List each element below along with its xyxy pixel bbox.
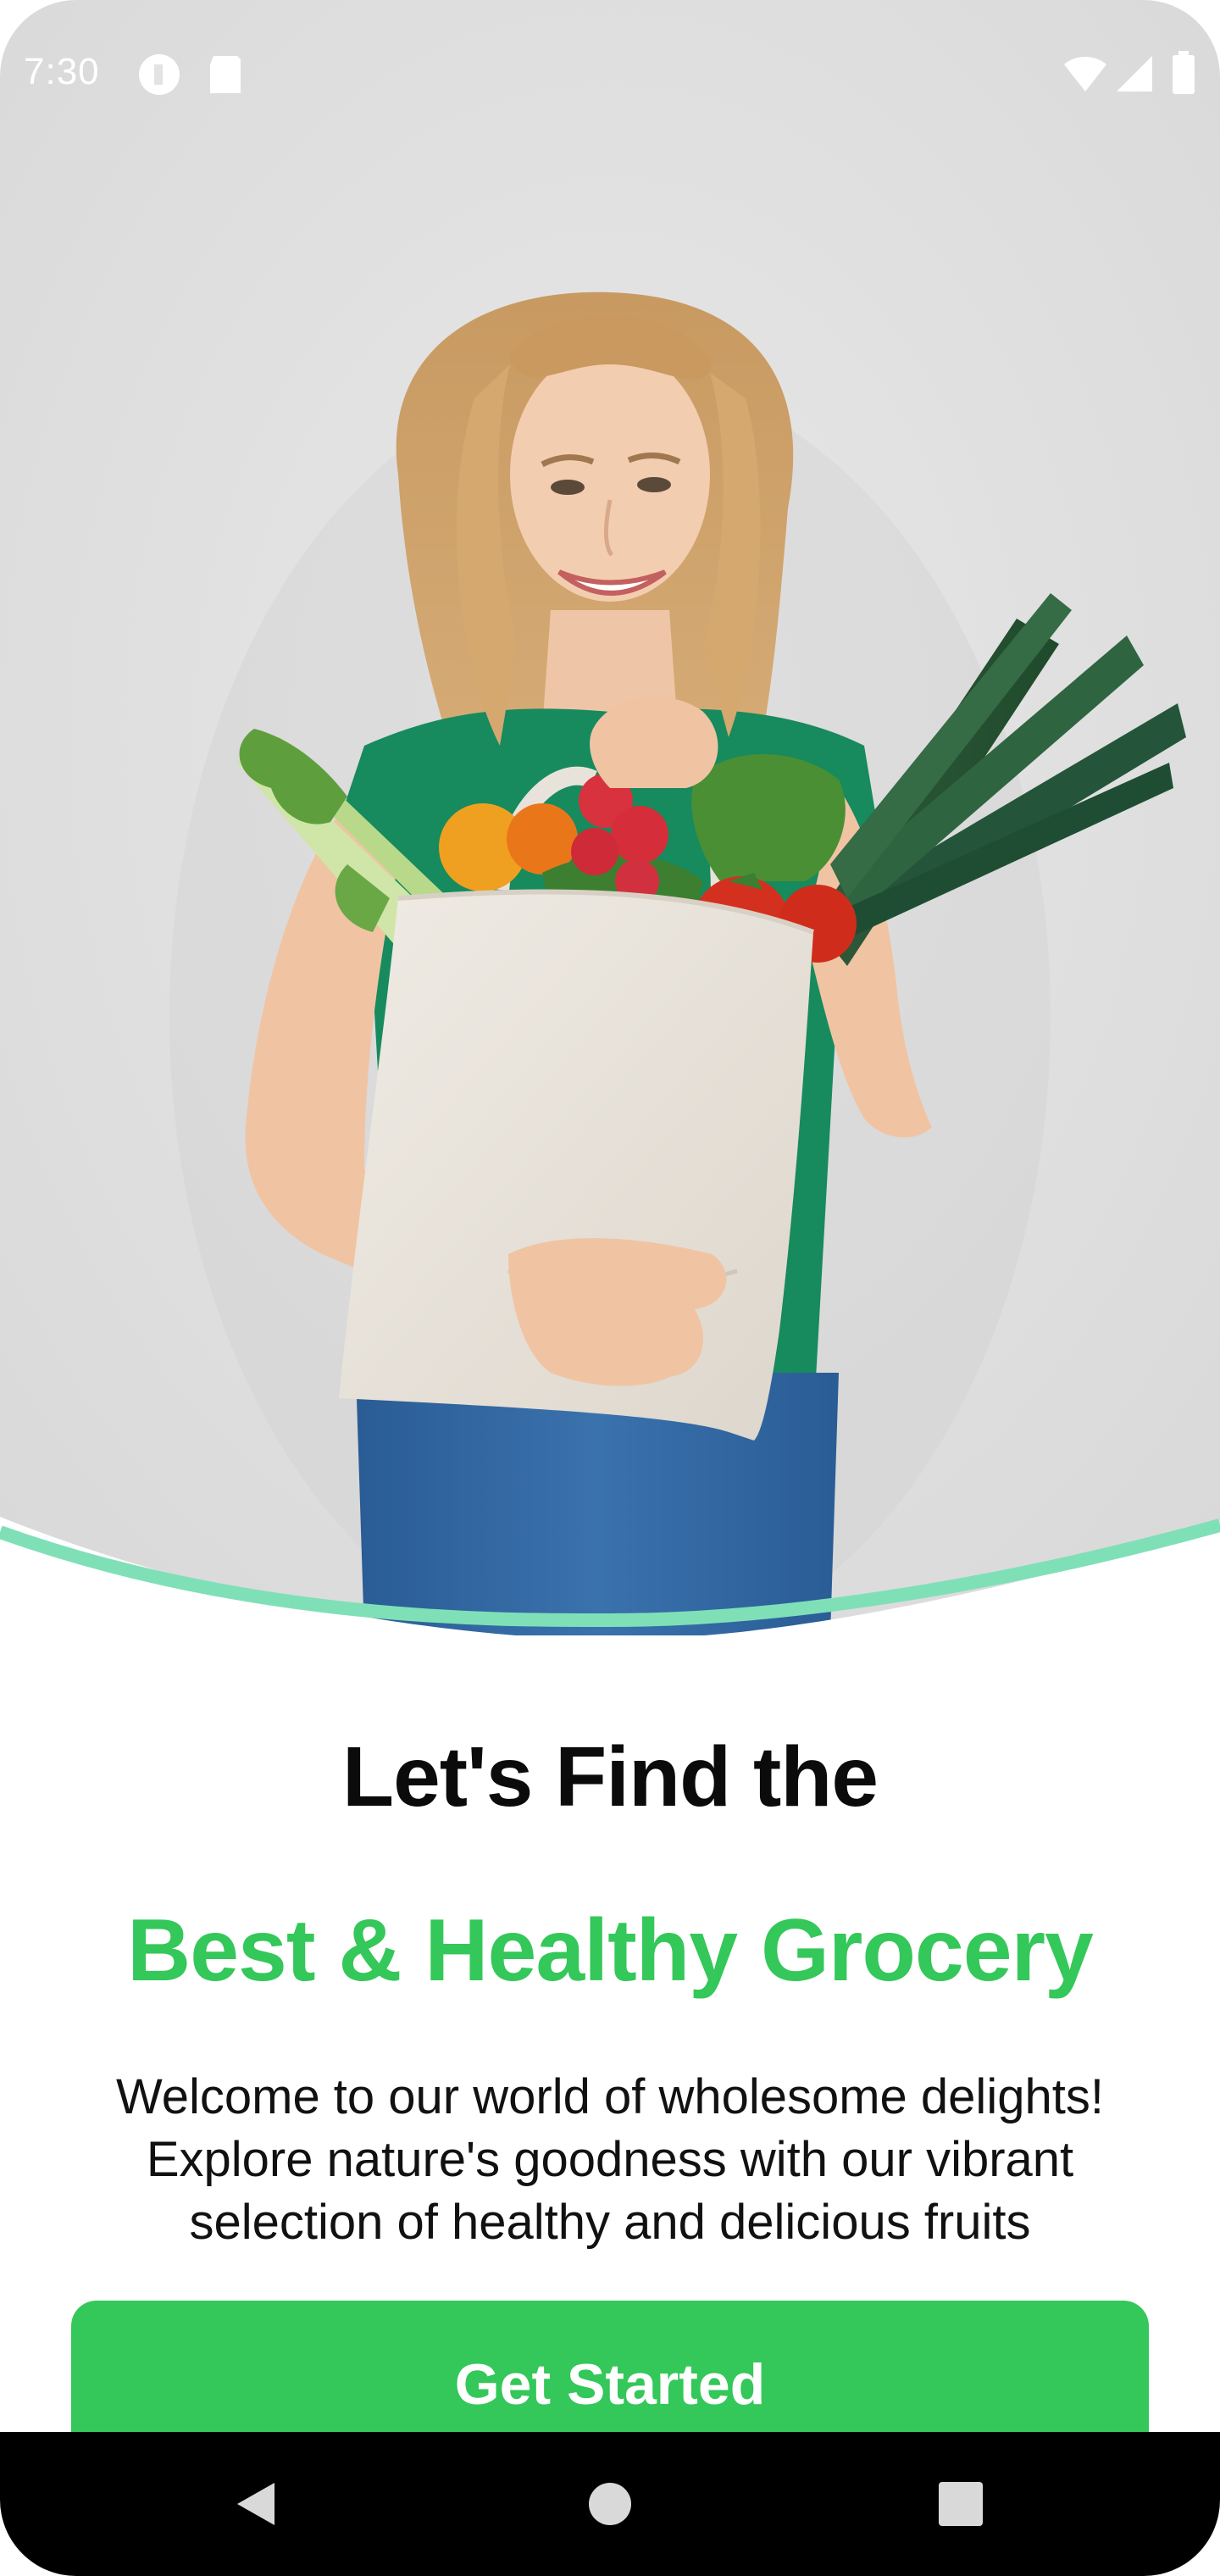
privacy-indicator-icon	[137, 53, 181, 101]
sd-card-icon	[207, 53, 244, 101]
headline-line-1: Let's Find the	[342, 1729, 879, 1824]
recents-button[interactable]	[901, 2432, 1020, 2576]
hero-image	[0, 0, 1220, 1635]
battery-icon	[1171, 51, 1196, 99]
back-button[interactable]	[197, 2432, 315, 2576]
welcome-description: Welcome to our world of wholesome deligh…	[116, 2069, 1104, 2250]
home-icon	[589, 2483, 631, 2525]
status-time: 7:30	[24, 51, 100, 92]
headline-line-2: Best & Healthy Grocery	[127, 1901, 1094, 2000]
screen: 7:30 Let's Find the Best & Healthy Groce…	[0, 0, 1220, 2576]
back-icon	[237, 2483, 274, 2525]
recents-icon	[939, 2482, 983, 2526]
home-button[interactable]	[551, 2432, 669, 2576]
signal-icon	[1115, 54, 1154, 97]
navigation-bar	[0, 2432, 1220, 2576]
wifi-icon	[1062, 54, 1108, 97]
status-bar: 7:30	[0, 0, 1220, 146]
